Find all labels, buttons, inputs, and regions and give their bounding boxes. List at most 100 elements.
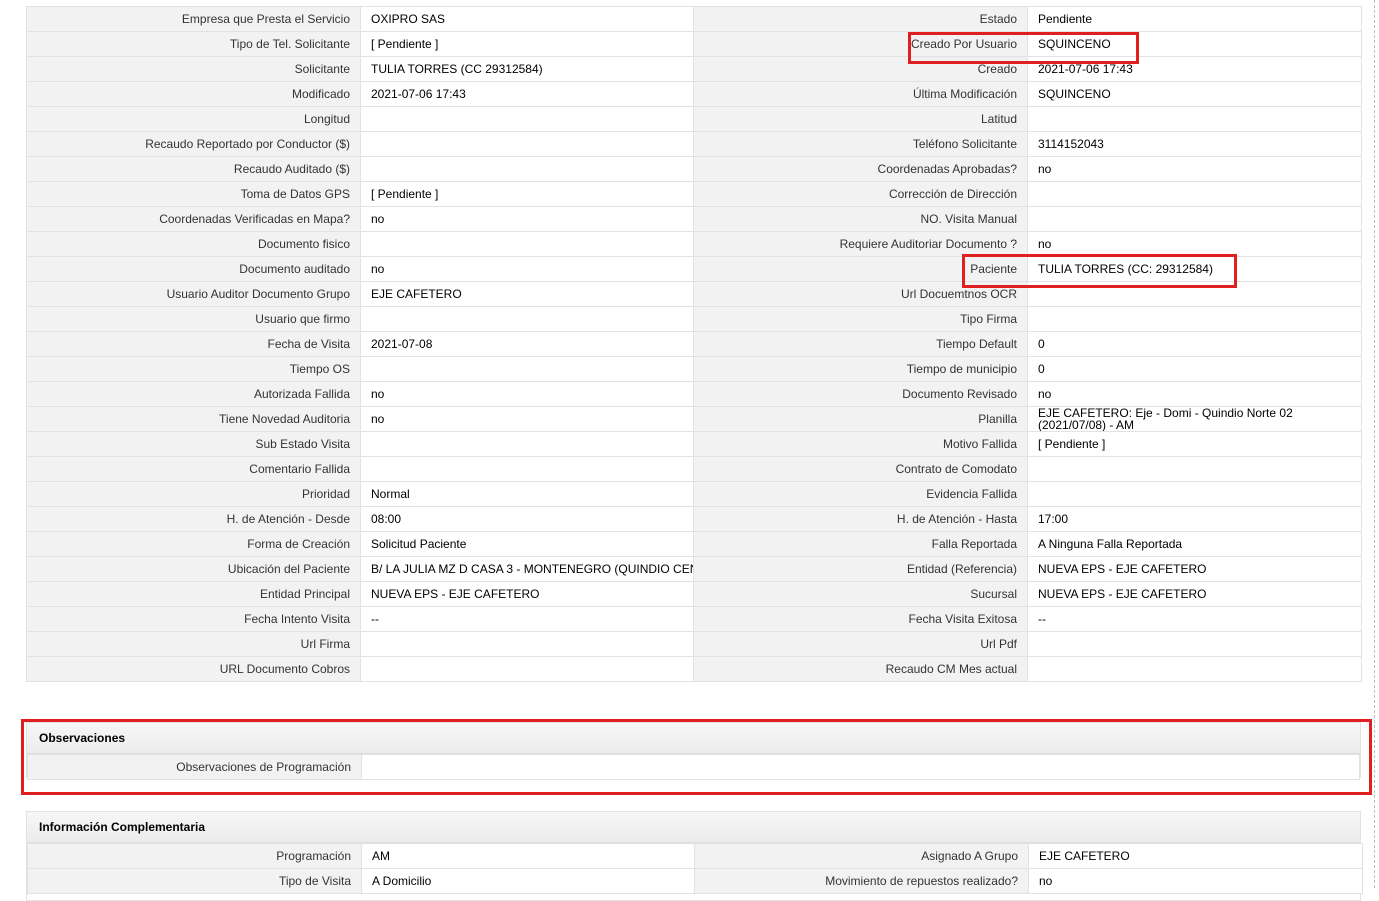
field-label: Url Docuemtnos OCR (693, 281, 1028, 307)
field-label: Tipo Firma (693, 306, 1028, 332)
field-value: EJE CAFETERO (360, 281, 694, 307)
field-value (1027, 206, 1362, 232)
field-value: no (360, 256, 694, 282)
field-label: Motivo Fallida (693, 431, 1028, 457)
field-value (1027, 656, 1362, 682)
table-row: Modificado 2021-07-06 17:43 Última Modific… (26, 81, 1362, 107)
field-label: Usuario que firmo (26, 306, 361, 332)
field-value: EJE CAFETERO: Eje - Domi - Quindio Norte… (1027, 406, 1362, 432)
field-value: no (360, 406, 694, 432)
field-label: Contrato de Comodato (693, 456, 1028, 482)
field-label: Tipo de Visita (27, 868, 362, 894)
field-value (1027, 481, 1362, 507)
field-label: Falla Reportada (693, 531, 1028, 557)
table-row: Observaciones de Programación (27, 754, 1360, 780)
field-value: SQUINCENO (1027, 31, 1362, 57)
field-label: Creado (693, 56, 1028, 82)
field-value (1027, 281, 1362, 307)
field-value (360, 231, 694, 257)
field-value (360, 356, 694, 382)
field-label: Requiere Auditoriar Documento ? (693, 231, 1028, 257)
field-label: Prioridad (26, 481, 361, 507)
field-value (1027, 306, 1362, 332)
table-row: Usuario Auditor Documento Grupo EJE CAFET… (26, 281, 1362, 307)
field-value: no (360, 206, 694, 232)
field-label: Latitud (693, 106, 1028, 132)
table-row: Comentario Fallida Contrato de Comodato (26, 456, 1362, 482)
field-label: URL Documento Cobros (26, 656, 361, 682)
field-label: Movimiento de repuestos realizado? (694, 868, 1029, 894)
table-row: Usuario que firmo Tipo Firma (26, 306, 1362, 332)
field-label: Fecha de Visita (26, 331, 361, 357)
field-value: 0 (1027, 356, 1362, 382)
field-label: Tiempo Default (693, 331, 1028, 357)
table-row: Url Firma Url Pdf (26, 631, 1362, 657)
field-value (360, 106, 694, 132)
field-value: -- (360, 606, 694, 632)
field-value: SQUINCENO (1027, 81, 1362, 107)
field-value (1027, 181, 1362, 207)
field-label: Tiempo de municipio (693, 356, 1028, 382)
table-row: Recaudo Reportado por Conductor ($) Teléf… (26, 131, 1362, 157)
info-table: Programación AM Asignado A Grupo EJE CAFETE… (27, 843, 1363, 894)
field-label: Coordenadas Aprobadas? (693, 156, 1028, 182)
field-label: Entidad (Referencia) (693, 556, 1028, 582)
field-value: NUEVA EPS - EJE CAFETERO (1027, 581, 1362, 607)
table-row: Coordenadas Verificadas en Mapa? no NO. V… (26, 206, 1362, 232)
field-value: OXIPRO SAS (360, 6, 694, 32)
field-label: Entidad Principal (26, 581, 361, 607)
table-row: Longitud Latitud (26, 106, 1362, 132)
field-label: Teléfono Solicitante (693, 131, 1028, 157)
page-right-border (1374, 0, 1375, 888)
table-row: Recaudo Auditado ($) Coordenadas Aprobada… (26, 156, 1362, 182)
field-value: -- (1027, 606, 1362, 632)
table-row: Programación AM Asignado A Grupo EJE CAFETE… (27, 843, 1363, 869)
field-value: no (1027, 156, 1362, 182)
table-row: Fecha Intento Visita -- Fecha Visita Exit… (26, 606, 1362, 632)
field-label: Usuario Auditor Documento Grupo (26, 281, 361, 307)
field-label: Recaudo Auditado ($) (26, 156, 361, 182)
field-value: 2021-07-06 17:43 (1027, 56, 1362, 82)
field-value (360, 656, 694, 682)
field-value: 17:00 (1027, 506, 1362, 532)
field-value (1027, 631, 1362, 657)
field-label: Planilla (693, 406, 1028, 432)
field-value: A Ninguna Falla Reportada (1027, 531, 1362, 557)
table-row: Toma de Datos GPS[ Pendiente ] Corrección… (26, 181, 1362, 207)
field-value (360, 306, 694, 332)
field-label: Recaudo Reportado por Conductor ($) (26, 131, 361, 157)
field-value (360, 131, 694, 157)
field-label: Toma de Datos GPS (26, 181, 361, 207)
field-value[interactable] (361, 754, 1360, 780)
field-value: [ Pendiente ] (360, 181, 694, 207)
field-label: Longitud (26, 106, 361, 132)
field-label: Documento auditado (26, 256, 361, 282)
field-value: TULIA TORRES (CC: 29312584) (1027, 256, 1362, 282)
field-label: Tiempo OS (26, 356, 361, 382)
field-value (360, 431, 694, 457)
field-label: Autorizada Fallida (26, 381, 361, 407)
field-value: NUEVA EPS - EJE CAFETERO (1027, 556, 1362, 582)
field-label: Tipo de Tel. Solicitante (26, 31, 361, 57)
table-row: URL Documento Cobros Recaudo CM Mes actua… (26, 656, 1362, 682)
table-row: Forma de Creación Solicitud Paciente Falla… (26, 531, 1362, 557)
table-row: Documento fisico Requiere Auditoriar Docu… (26, 231, 1362, 257)
field-value: TULIA TORRES (CC 29312584) (360, 56, 694, 82)
field-label: Modificado (26, 81, 361, 107)
field-label: Comentario Fallida (26, 456, 361, 482)
field-value: B/ LA JULIA MZ D CASA 3 - MONTENEGRO (QU… (360, 556, 694, 582)
field-label: Forma de Creación (26, 531, 361, 557)
field-label: Documento fisico (26, 231, 361, 257)
field-label: Sub Estado Visita (26, 431, 361, 457)
detail-table: Empresa que Presta el Servicio OXIPRO SAS… (26, 6, 1362, 682)
table-row: Sub Estado Visita Motivo Fallida[ Pendien… (26, 431, 1362, 457)
table-row: Prioridad Normal Evidencia Fallida (26, 481, 1362, 507)
field-label: NO. Visita Manual (693, 206, 1028, 232)
observaciones-table: Observaciones de Programación (27, 754, 1360, 780)
field-label: Estado (693, 6, 1028, 32)
field-label: Recaudo CM Mes actual (693, 656, 1028, 682)
section-title: Observaciones (27, 723, 1360, 754)
table-row: Tiempo OS Tiempo de municipio 0 (26, 356, 1362, 382)
table-row: Solicitante TULIA TORRES (CC 29312584) Cre… (26, 56, 1362, 82)
table-row: Tipo de Visita A Domicilio Movimiento de r… (27, 868, 1363, 894)
